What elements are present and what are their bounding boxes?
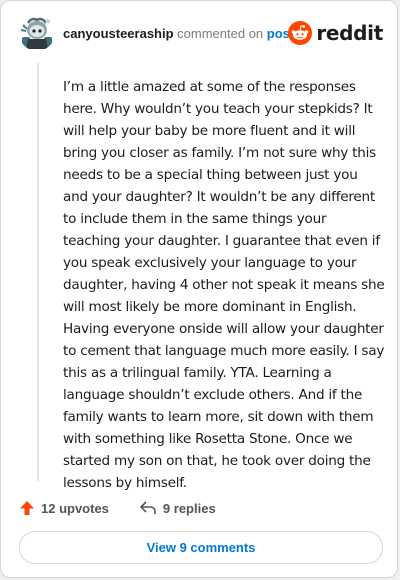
- action-text: commented on: [177, 26, 264, 41]
- upvote-count: 12 upvotes: [41, 500, 109, 516]
- upvote-button[interactable]: 12 upvotes: [19, 500, 109, 516]
- comment-actions: 12 upvotes 9 replies: [19, 497, 216, 519]
- thread-line[interactable]: [37, 63, 39, 481]
- comment-card: canyousteeraship commented on post reddi…: [0, 0, 398, 578]
- username-link[interactable]: canyousteeraship: [63, 26, 174, 41]
- reply-count: 9 replies: [162, 500, 216, 516]
- comment-body: I’m a little amazed at some of the respo…: [63, 79, 385, 491]
- replies-button[interactable]: 9 replies: [139, 500, 216, 516]
- snoo-avatar-icon: [19, 15, 55, 51]
- view-comments-button[interactable]: View 9 comments: [19, 531, 383, 564]
- user-avatar[interactable]: [19, 15, 55, 51]
- reddit-logo[interactable]: reddit: [288, 19, 383, 47]
- reddit-snoo-icon: [288, 21, 313, 45]
- reply-arrow-icon: [140, 501, 156, 514]
- comment-header: canyousteeraship commented on post reddi…: [19, 15, 383, 55]
- comment-meta: canyousteeraship commented on post: [63, 26, 294, 41]
- arrow-up-icon: [20, 501, 34, 515]
- reddit-wordmark: reddit: [316, 21, 383, 45]
